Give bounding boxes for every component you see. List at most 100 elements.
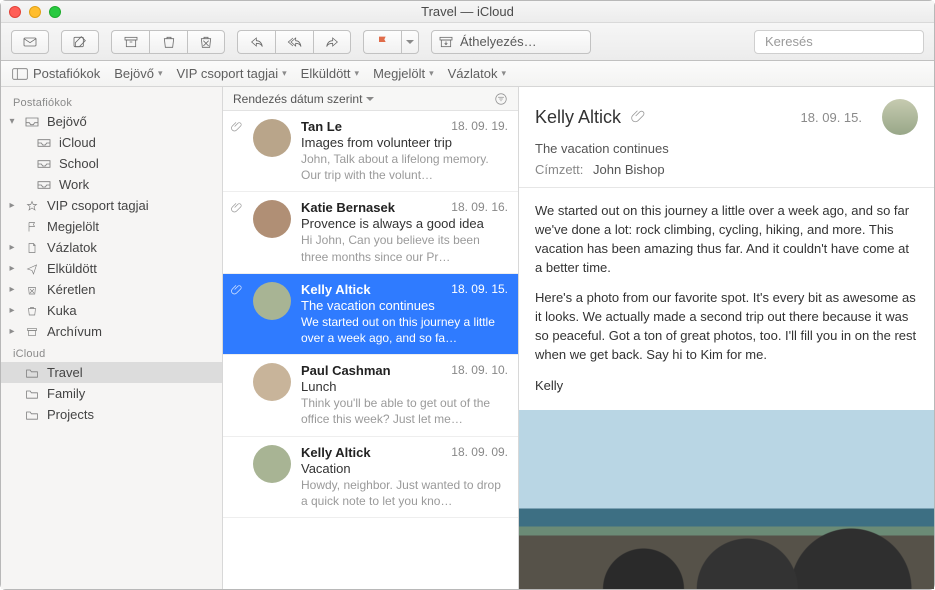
filter-icon[interactable] [494,92,508,106]
message-item[interactable]: Kelly Altick 18. 09. 15. The vacation co… [223,274,518,355]
favorite-item[interactable]: Megjelölt ▾ [373,66,434,81]
reader-pane: Kelly Altick 18. 09. 15. The vacation co… [519,87,934,589]
search-input[interactable] [765,34,935,49]
disclosure-triangle[interactable]: ▸ [7,305,17,316]
sidebar-item-label: Elküldött [47,261,97,276]
chevron-down-icon: ▾ [282,68,287,79]
sort-label: Rendezés dátum szerint [233,92,362,106]
close-window-button[interactable] [9,6,21,18]
reader-paragraph: Kelly [535,377,918,396]
sidebar-item-label: Vázlatok [47,240,97,255]
disclosure-triangle[interactable]: ▸ [7,242,17,253]
sidebar-item[interactable]: Projects [1,404,222,425]
sidebar-item[interactable]: Family [1,383,222,404]
sidebar-item-label: Work [59,177,89,192]
folder-icon [23,387,41,401]
message-date: 18. 09. 16. [451,200,508,215]
minimize-window-button[interactable] [29,6,41,18]
sidebar-item[interactable]: ▸ Vázlatok [1,237,222,258]
favorite-item[interactable]: VIP csoport tagjai ▾ [176,66,286,81]
search-field[interactable] [754,30,924,54]
disclosure-triangle[interactable]: ▸ [7,200,17,211]
message-item[interactable]: Katie Bernasek 18. 09. 16. Provence is a… [223,192,518,273]
archive-button[interactable] [111,30,149,54]
chevron-down-icon [406,34,414,49]
forward-button[interactable] [313,30,351,54]
reader-paragraph: We started out on this journey a little … [535,202,918,277]
message-from: Kelly Altick [301,282,371,297]
sidebar-item[interactable]: ▸VIP csoport tagjai [1,195,222,216]
sidebar-item[interactable]: Megjelölt [1,216,222,237]
archive-icon [23,325,41,339]
message-item[interactable]: Paul Cashman 18. 09. 10. Lunch Think you… [223,355,518,436]
attachment-indicator [229,119,243,183]
folder-icon [23,408,41,422]
reader-paragraph: Here's a photo from our favorite spot. I… [535,289,918,364]
favorites-bar: Postafiókok Bejövő ▾ VIP csoport tagjai ▾… [1,61,934,87]
avatar [253,445,291,483]
sidebar-item[interactable]: Work [1,174,222,195]
sidebar-item[interactable]: Travel [1,362,222,383]
show-mailboxes-button[interactable]: Postafiókok [11,66,100,81]
message-list-header: Rendezés dátum szerint [223,87,518,111]
traffic-lights [9,6,61,18]
sidebar-item[interactable]: ▸Kuka [1,300,222,321]
archive-delete-group [111,30,225,54]
sidebar-item[interactable]: iCloud [1,132,222,153]
reply-button[interactable] [237,30,275,54]
chevron-down-icon: ▾ [429,68,434,79]
reader-date: 18. 09. 15. [801,110,862,125]
avatar [253,119,291,157]
sidebar-item[interactable]: School [1,153,222,174]
get-mail-button[interactable] [11,30,49,54]
message-item[interactable]: Tan Le 18. 09. 19. Images from volunteer… [223,111,518,192]
compose-button[interactable] [61,30,99,54]
delete-button[interactable] [149,30,187,54]
message-from: Katie Bernasek [301,200,395,215]
message-subject: Provence is always a good idea [301,216,508,231]
disclosure-triangle[interactable]: ▸ [7,263,17,274]
sidebar-item[interactable]: ▸Kéretlen [1,279,222,300]
message-from: Tan Le [301,119,342,134]
flag-dropdown-button[interactable] [401,30,419,54]
reader-header: Kelly Altick 18. 09. 15. The vacation co… [519,87,934,188]
reader-attachment-image[interactable] [519,410,934,589]
reader-body[interactable]: We started out on this journey a little … [519,188,934,410]
favorite-item[interactable]: Elküldött ▾ [301,66,359,81]
message-list[interactable]: Tan Le 18. 09. 19. Images from volunteer… [223,111,518,589]
reply-all-button[interactable] [275,30,313,54]
junk-button[interactable] [187,30,225,54]
sidebar-item[interactable]: ▸ Elküldött [1,258,222,279]
chevron-down-icon: ▾ [502,68,507,79]
sidebar-section-header: iCloud [1,342,222,362]
message-preview: We started out on this journey a little … [301,314,508,346]
sidebar-item-label: School [59,156,99,171]
sidebar[interactable]: Postafiókok▾BejövőiCloudSchoolWork▸VIP c… [1,87,223,589]
toolbar: Áthelyezés… [1,23,934,61]
flag-icon [23,220,41,234]
message-from: Kelly Altick [301,445,371,460]
reader-avatar [882,99,918,135]
sidebar-section-header: Postafiókok [1,91,222,111]
reader-recipient-row: Címzett: John Bishop [535,162,918,177]
zoom-window-button[interactable] [49,6,61,18]
disclosure-triangle[interactable]: ▸ [7,326,17,337]
reply-group [237,30,351,54]
move-to-button[interactable]: Áthelyezés… [431,30,591,54]
flag-button[interactable] [363,30,401,54]
favorite-item[interactable]: Bejövő ▾ [114,66,162,81]
message-subject: The vacation continues [301,298,508,313]
sort-button[interactable]: Rendezés dátum szerint [233,92,374,106]
attachment-indicator [229,200,243,264]
favorite-item[interactable]: Vázlatok ▾ [448,66,506,81]
chevron-down-icon [366,92,374,106]
attachment-indicator [229,282,243,346]
disclosure-triangle[interactable]: ▸ [7,284,17,295]
move-to-label: Áthelyezés… [460,34,537,49]
disclosure-triangle[interactable]: ▾ [7,116,17,127]
sent-icon [23,262,41,276]
sidebar-item[interactable]: ▸Archívum [1,321,222,342]
message-item[interactable]: Kelly Altick 18. 09. 09. Vacation Howdy,… [223,437,518,518]
window-title: Travel — iCloud [1,4,934,19]
sidebar-item[interactable]: ▾Bejövő [1,111,222,132]
